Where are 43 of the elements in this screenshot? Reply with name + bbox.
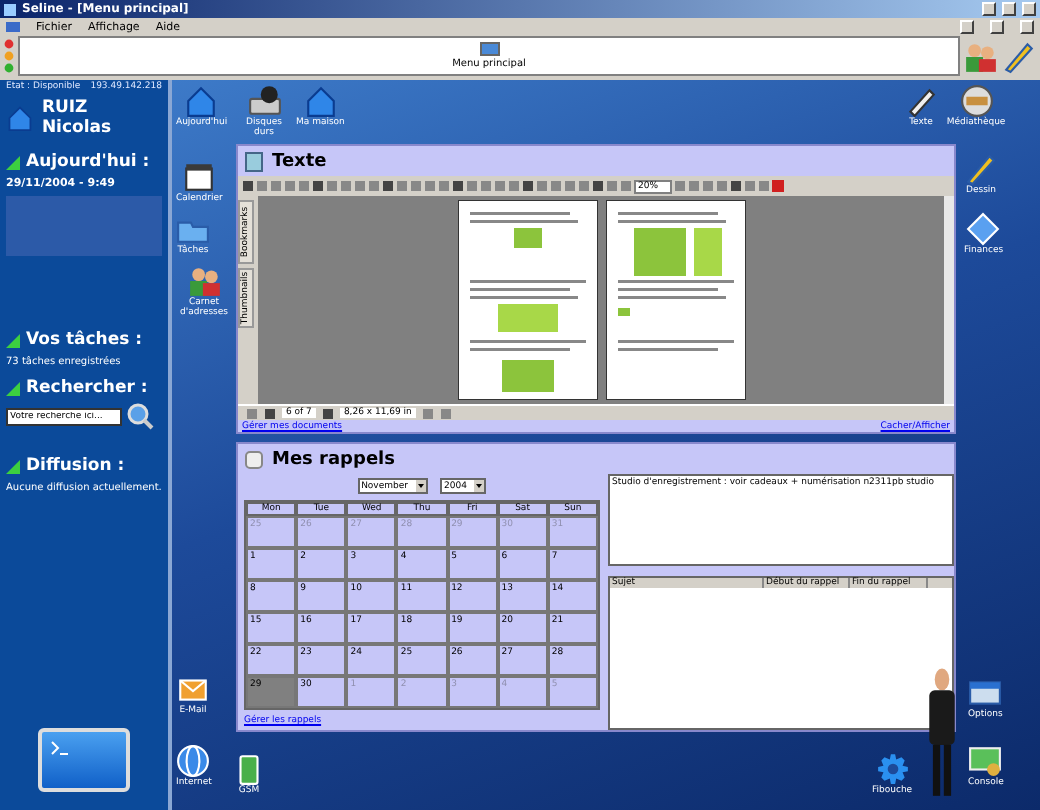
app-icon	[4, 3, 16, 15]
section-title: Aujourd'hui :	[26, 152, 150, 172]
window-title: Mes rappels	[272, 449, 395, 469]
toolbar-icon[interactable]	[321, 407, 334, 419]
hard-disk-icon	[247, 84, 281, 118]
caret-icon	[417, 484, 424, 488]
calendar-icon	[182, 160, 217, 194]
pencil-icon	[1002, 39, 1036, 73]
maximize-button[interactable]	[1002, 2, 1016, 16]
prompt-icon	[50, 740, 70, 756]
diamond-icon	[966, 212, 1001, 246]
search-icon[interactable]	[126, 402, 154, 430]
house-icon	[6, 104, 34, 132]
window-title: Texte	[272, 151, 327, 171]
house-icon	[303, 84, 338, 118]
section-title: Rechercher :	[26, 378, 148, 398]
pen-icon	[904, 84, 938, 118]
gear-icon	[875, 752, 910, 786]
triangle-icon	[6, 381, 20, 395]
console-button[interactable]	[38, 728, 130, 792]
triangle-icon	[6, 333, 20, 347]
pencil-icon	[964, 152, 998, 186]
note-icon	[244, 449, 264, 469]
restore-button[interactable]	[990, 20, 1004, 34]
section-title: Vos tâches :	[26, 330, 143, 350]
document-icon	[244, 151, 264, 171]
section-title: Diffusion :	[26, 456, 125, 476]
caret-icon	[476, 484, 483, 488]
people-icon	[964, 39, 998, 73]
house-icon	[184, 84, 219, 118]
window-icon	[968, 676, 1003, 710]
triangle-icon	[6, 459, 20, 473]
pdf-logo-icon	[772, 180, 785, 192]
film-reel-icon	[959, 84, 993, 118]
triangle-icon	[6, 155, 20, 169]
status-lights-icon	[4, 38, 14, 74]
user-name: RUIZ Nicolas	[41, 98, 114, 138]
monitor-icon	[968, 744, 1003, 778]
people-icon	[187, 264, 221, 298]
monitor-icon	[479, 42, 499, 58]
globe-icon	[176, 744, 211, 778]
scrollbar[interactable]	[944, 196, 954, 404]
monitor-icon	[6, 21, 20, 33]
